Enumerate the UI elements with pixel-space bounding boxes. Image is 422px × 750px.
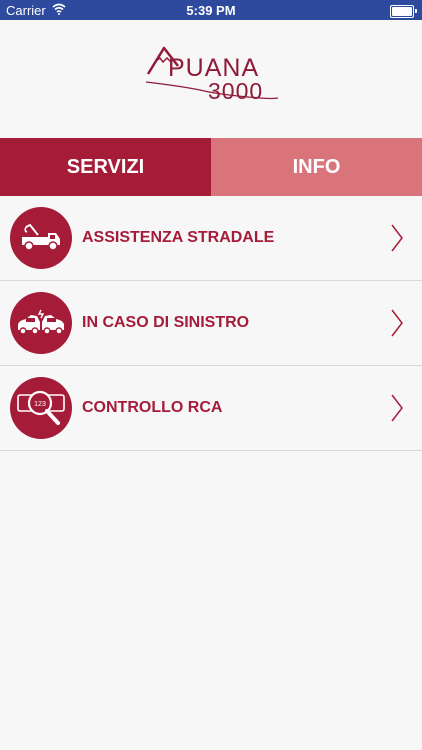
list-item-label: CONTROLLO RCA	[82, 399, 223, 416]
list-item-label: ASSISTENZA STRADALE	[82, 229, 275, 246]
chevron-right-icon	[391, 309, 403, 337]
chevron-right-icon	[391, 224, 403, 252]
list-item-controllo-rca[interactable]: 123 CONTROLLO RCA	[0, 366, 422, 451]
license-plate-search-icon: 123	[10, 377, 72, 439]
logo-number: 3000	[208, 78, 264, 104]
svg-text:123: 123	[34, 401, 46, 408]
tab-servizi[interactable]: SERVIZI	[0, 138, 211, 196]
list-item-label: IN CASO DI SINISTRO	[82, 314, 250, 331]
app-logo: PUANA 3000	[140, 40, 285, 110]
list-item-in-caso-di-sinistro[interactable]: IN CASO DI SINISTRO	[0, 281, 422, 366]
tow-truck-icon	[10, 207, 72, 269]
battery-icon	[390, 5, 417, 18]
status-bar: Carrier 5:39 PM	[0, 0, 422, 20]
tab-bar: SERVIZI INFO	[0, 138, 422, 196]
chevron-right-icon	[391, 394, 403, 422]
car-crash-icon	[10, 292, 72, 354]
clock: 5:39 PM	[186, 3, 236, 18]
list-item-assistenza-stradale[interactable]: ASSISTENZA STRADALE	[0, 196, 422, 281]
tab-info[interactable]: INFO	[211, 138, 422, 196]
services-list: ASSISTENZA STRADALE IN CASO DI SINISTRO	[0, 196, 422, 451]
